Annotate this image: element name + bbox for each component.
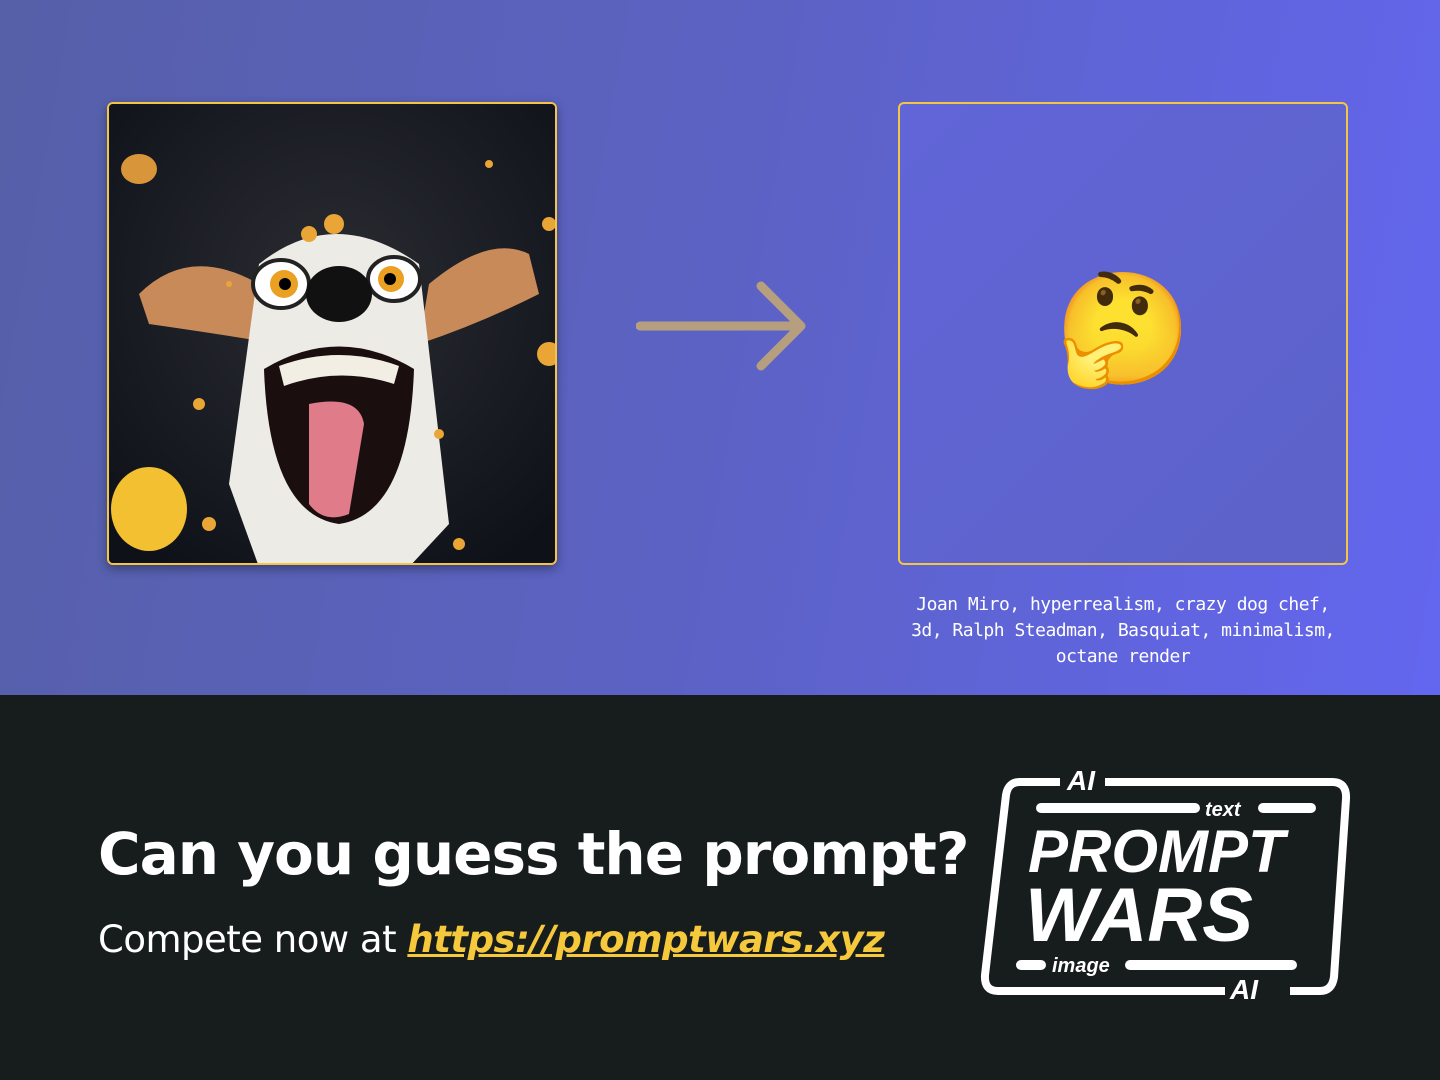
prompt-guess-panel: 🤔: [898, 102, 1348, 565]
logo-ai-top: AI: [1066, 765, 1096, 796]
dog-chef-illustration: [109, 104, 555, 563]
arrow-right-icon: [636, 281, 806, 371]
logo-ai-bottom: AI: [1229, 974, 1259, 1005]
generated-image: [107, 102, 557, 565]
logo-image-label: image: [1052, 955, 1110, 977]
promptwars-logo: AI text PROMPT WARS image AI: [980, 765, 1351, 1005]
headline: Can you guess the prompt?: [98, 820, 970, 888]
cta-text: Compete now at https://promptwars.xyz: [98, 918, 885, 961]
thinking-face-icon: 🤔: [1054, 265, 1192, 393]
hero-section: 🤔 Joan Miro, hyperrealism, crazy dog che…: [0, 0, 1440, 695]
promptwars-link[interactable]: https://promptwars.xyz: [407, 918, 884, 961]
logo-wars: WARS: [1025, 873, 1253, 958]
cta-prefix: Compete now at: [98, 918, 408, 961]
prompt-text: Joan Miro, hyperrealism, crazy dog chef,…: [911, 594, 1335, 667]
